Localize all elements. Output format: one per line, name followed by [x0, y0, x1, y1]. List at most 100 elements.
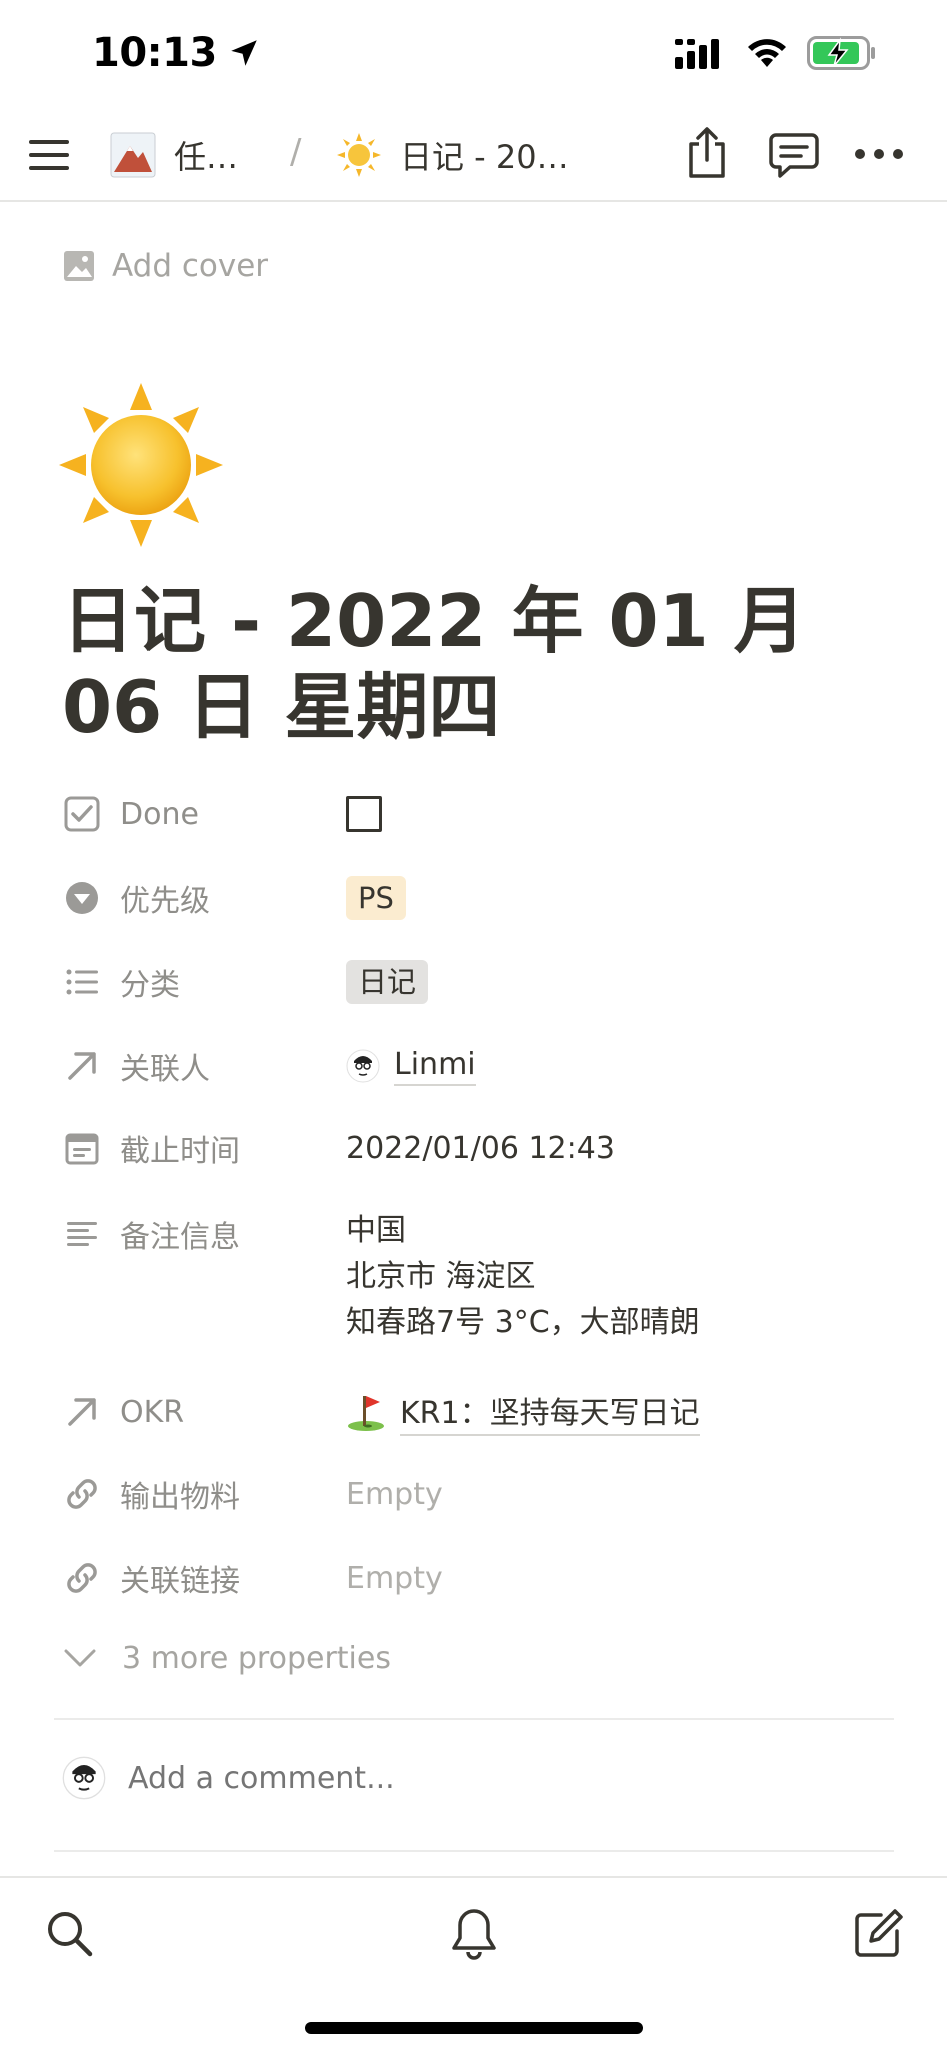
- property-priority-name: 优先级: [62, 874, 346, 922]
- property-priority-value[interactable]: PS: [346, 874, 406, 922]
- property-category[interactable]: 分类 日记: [62, 958, 902, 1006]
- image-icon: [64, 251, 94, 281]
- multi-select-property-icon: [62, 962, 102, 1002]
- battery-charging-icon: [807, 36, 875, 70]
- property-okr-name: OKR: [62, 1388, 346, 1436]
- property-category-name: 分类: [62, 958, 346, 1006]
- comment-input[interactable]: [128, 1760, 728, 1796]
- property-output[interactable]: 输出物料 Empty: [62, 1470, 902, 1518]
- property-output-name: 输出物料: [62, 1470, 346, 1518]
- link-icon: [62, 1558, 102, 1598]
- link-icon: [62, 1474, 102, 1514]
- relation-arrow-icon: [62, 1392, 102, 1432]
- mountain-page-icon: [110, 132, 156, 178]
- chevron-down-icon: [64, 1649, 96, 1667]
- text-lines-icon: [62, 1214, 102, 1254]
- property-deadline[interactable]: 截止时间 2022/01/06 12:43: [62, 1124, 902, 1172]
- done-checkbox[interactable]: [346, 796, 382, 832]
- more-dots-icon: [855, 149, 903, 159]
- menu-button[interactable]: [26, 132, 72, 178]
- notes-line-1: 中国: [346, 1213, 406, 1248]
- calendar-icon: [62, 1128, 102, 1168]
- golf-flag-icon: [348, 1396, 384, 1431]
- priority-tag: PS: [346, 876, 406, 920]
- property-notes-label: 备注信息: [120, 1220, 240, 1255]
- property-category-label: 分类: [120, 968, 180, 1003]
- property-notes[interactable]: 备注信息 中国 北京市 海淀区 知春路7号 3°C，大部晴朗: [62, 1210, 902, 1346]
- property-links[interactable]: 关联链接 Empty: [62, 1554, 902, 1602]
- comments-button[interactable]: [768, 132, 820, 180]
- status-bar: 10:13: [0, 0, 947, 110]
- property-person[interactable]: 关联人 Linmi: [62, 1042, 902, 1090]
- property-person-name: 关联人: [62, 1042, 346, 1090]
- page-title[interactable]: 日记 - 2022 年 01 月 06 日 星期四: [62, 578, 892, 750]
- search-button[interactable]: [38, 1902, 102, 1966]
- notes-line-3: 知春路7号 3°C，大部晴朗: [346, 1305, 700, 1340]
- property-deadline-label: 截止时间: [120, 1134, 240, 1169]
- breadcrumb-current[interactable]: 日记 - 20…: [336, 132, 569, 178]
- share-icon: [689, 127, 725, 178]
- property-category-value[interactable]: 日记: [346, 958, 429, 1006]
- property-links-name: 关联链接: [62, 1554, 346, 1602]
- breadcrumb-parent-label: 任…: [174, 138, 239, 176]
- add-cover-button[interactable]: Add cover: [62, 248, 268, 284]
- notes-line-2: 北京市 海淀区: [346, 1259, 536, 1294]
- property-links-label: 关联链接: [120, 1564, 240, 1599]
- property-person-label: 关联人: [120, 1052, 210, 1087]
- person-name[interactable]: Linmi: [394, 1047, 476, 1086]
- compose-icon: [855, 1909, 903, 1957]
- property-done-label: Done: [120, 796, 199, 832]
- property-notes-name: 备注信息: [62, 1210, 346, 1258]
- avatar-icon: [62, 1756, 106, 1800]
- sun-icon: [59, 383, 223, 547]
- wifi-icon: [748, 39, 786, 67]
- avatar-icon: [346, 1049, 380, 1083]
- property-done[interactable]: Done: [62, 790, 902, 838]
- property-okr-label: OKR: [120, 1394, 185, 1430]
- cellular-signal-icon: [675, 39, 719, 69]
- comment-row[interactable]: [62, 1756, 728, 1800]
- property-deadline-name: 截止时间: [62, 1124, 346, 1172]
- top-nav-bar: 任… / 日记 - 20…: [0, 110, 947, 202]
- breadcrumb-current-label: 日记 - 20…: [400, 138, 569, 176]
- status-time-group: 10:13: [92, 30, 261, 76]
- hamburger-menu-icon: [29, 140, 69, 170]
- property-links-value[interactable]: Empty: [346, 1554, 443, 1602]
- page-emoji-icon[interactable]: [56, 380, 226, 550]
- search-icon: [48, 1912, 93, 1957]
- home-indicator: [305, 2022, 643, 2034]
- more-properties-label: 3 more properties: [122, 1640, 391, 1676]
- property-notes-value[interactable]: 中国 北京市 海淀区 知春路7号 3°C，大部晴朗: [346, 1208, 700, 1346]
- category-tag: 日记: [346, 960, 429, 1004]
- property-okr[interactable]: OKR KR1：坚持每天写日记: [62, 1388, 902, 1436]
- checkbox-property-icon: [62, 794, 102, 834]
- select-property-icon: [62, 878, 102, 918]
- breadcrumb-separator: /: [290, 132, 302, 172]
- property-output-value[interactable]: Empty: [346, 1470, 443, 1518]
- more-options-button[interactable]: [854, 144, 904, 164]
- comment-bubble-icon: [769, 133, 819, 178]
- breadcrumb-parent[interactable]: 任…: [110, 132, 238, 178]
- status-time: 10:13: [92, 30, 217, 76]
- property-deadline-value[interactable]: 2022/01/06 12:43: [346, 1124, 615, 1172]
- status-indicators: [675, 36, 877, 70]
- property-priority-label: 优先级: [120, 884, 210, 919]
- property-priority[interactable]: 优先级 PS: [62, 874, 902, 922]
- okr-link[interactable]: KR1：坚持每天写日记: [400, 1388, 700, 1436]
- property-person-value[interactable]: Linmi: [346, 1042, 476, 1090]
- more-properties-toggle[interactable]: 3 more properties: [62, 1640, 391, 1676]
- property-done-value[interactable]: [346, 790, 382, 838]
- property-output-label: 输出物料: [120, 1480, 240, 1515]
- relation-arrow-icon: [62, 1046, 102, 1086]
- bell-icon: [452, 1909, 496, 1960]
- divider: [54, 1850, 894, 1852]
- property-done-name: Done: [62, 790, 346, 838]
- add-cover-label: Add cover: [112, 248, 269, 284]
- property-okr-value[interactable]: KR1：坚持每天写日记: [346, 1388, 700, 1436]
- location-arrow-icon: [231, 40, 257, 66]
- share-button[interactable]: [684, 126, 730, 180]
- bottom-toolbar: [0, 1876, 947, 2048]
- sun-small-icon: [337, 133, 381, 177]
- new-page-button[interactable]: [846, 1902, 910, 1966]
- notifications-button[interactable]: [442, 1902, 506, 1966]
